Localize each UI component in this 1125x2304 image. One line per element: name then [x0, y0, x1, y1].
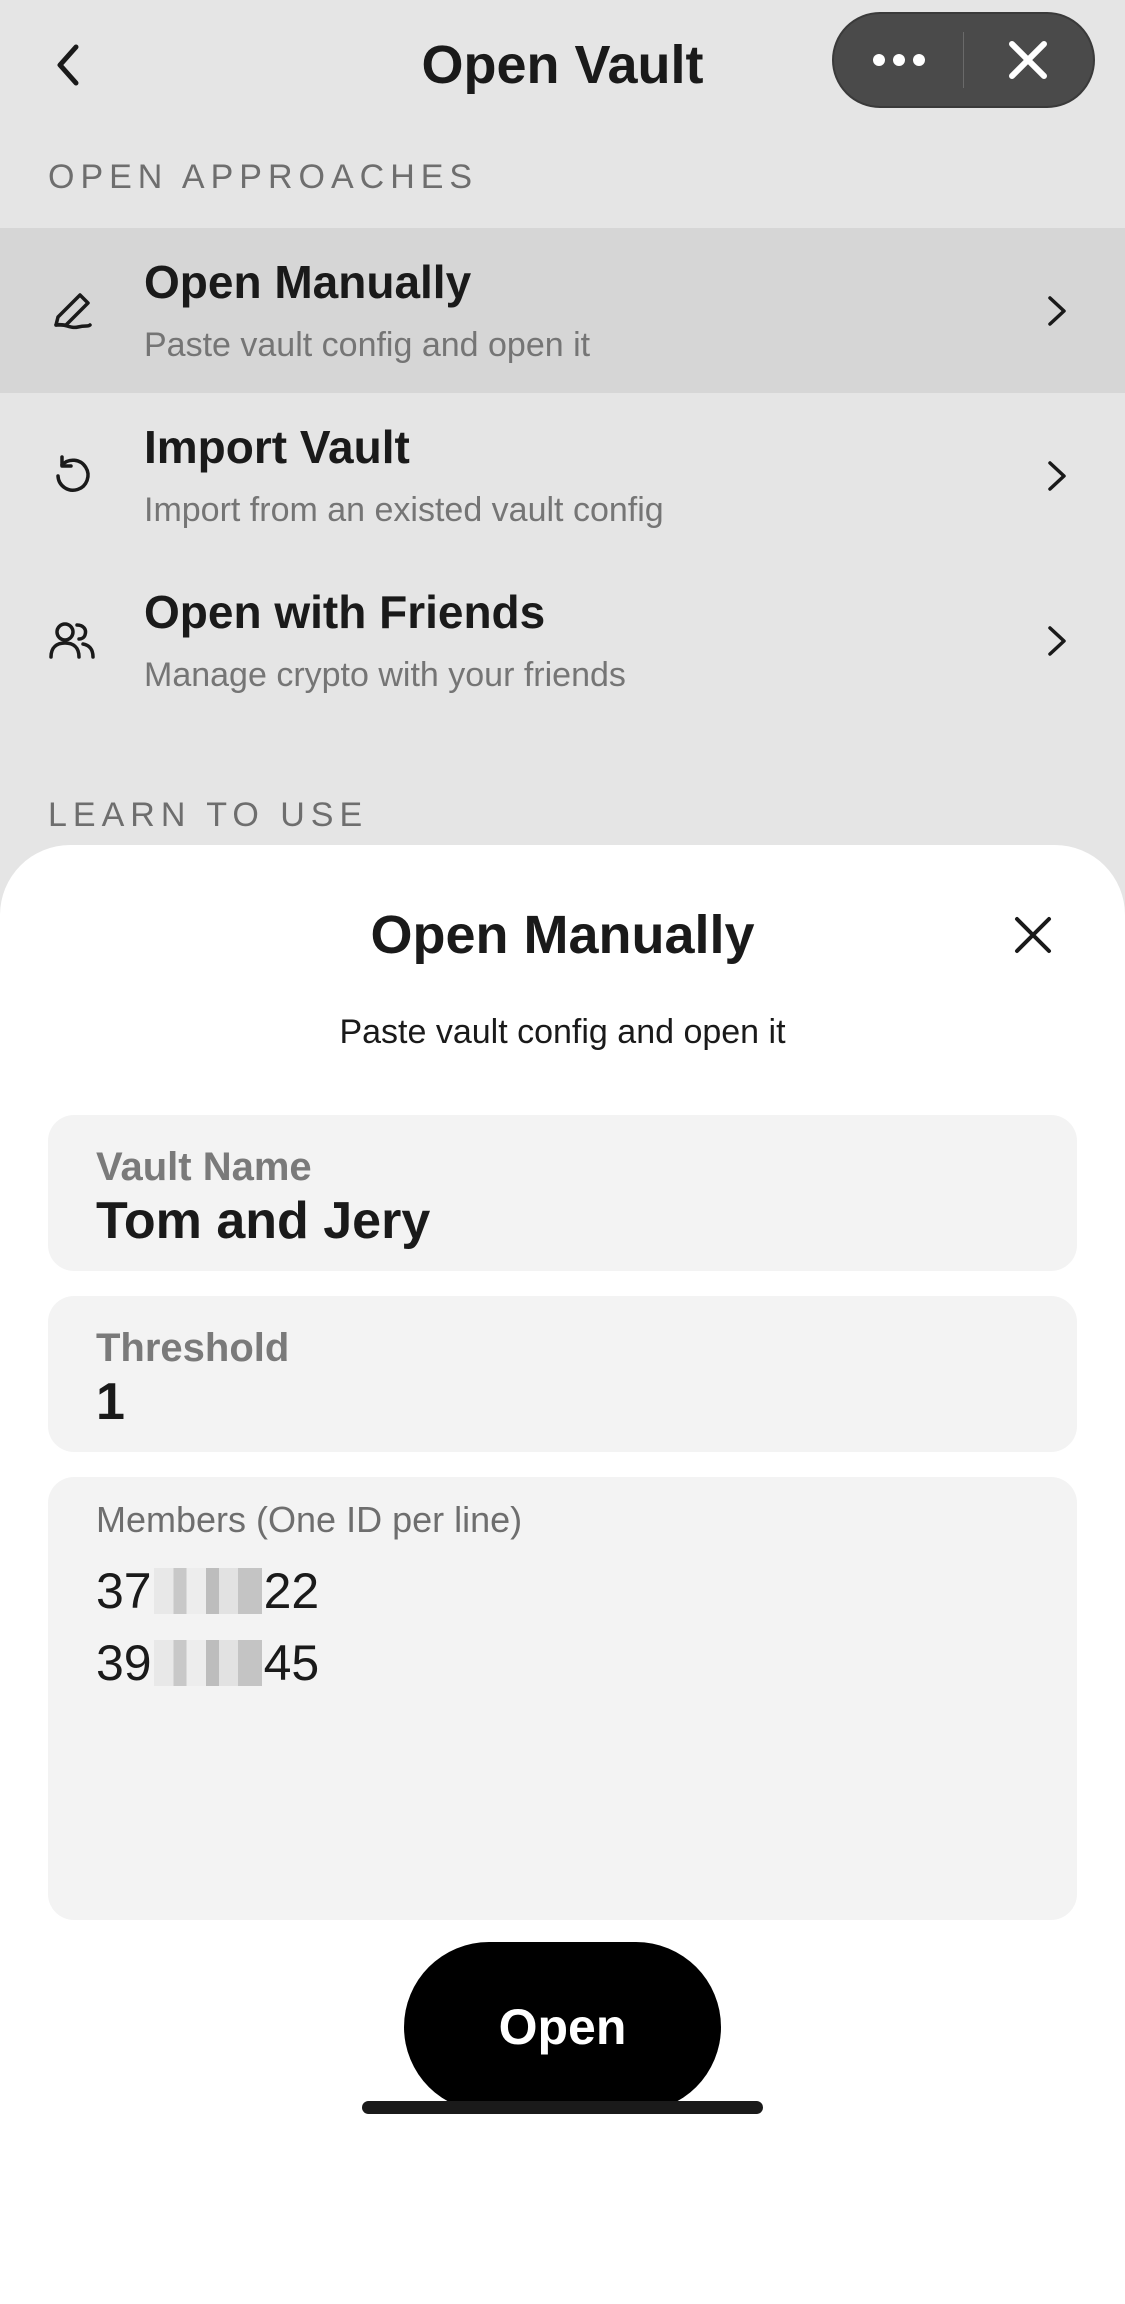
redacted-block — [153, 1568, 262, 1614]
members-list: 37 22 39 45 — [96, 1555, 319, 1699]
menu-item-open-with-friends[interactable]: Open with Friends Manage crypto with you… — [0, 558, 1125, 723]
member-id-line: 39 45 — [96, 1627, 319, 1699]
threshold-field[interactable]: Threshold 1 — [48, 1296, 1077, 1452]
section-label-learn: LEARN TO USE — [48, 796, 369, 834]
open-button[interactable]: Open — [404, 1942, 721, 2112]
users-icon — [42, 611, 102, 671]
sheet-close-button[interactable] — [1005, 907, 1061, 963]
member-id-prefix: 37 — [96, 1563, 152, 1619]
members-textarea[interactable]: Members (One ID per line) 37 22 39 45 — [48, 1477, 1077, 1920]
member-id-suffix: 22 — [263, 1563, 320, 1619]
bottom-sheet: Open Manually Paste vault config and ope… — [0, 845, 1125, 2304]
section-label-approaches: OPEN APPROACHES — [48, 158, 479, 196]
vault-name-value[interactable]: Tom and Jery — [96, 1191, 430, 1251]
more-dots-icon — [872, 54, 925, 66]
history-icon — [42, 446, 102, 506]
redacted-block — [153, 1640, 262, 1686]
close-icon — [1015, 917, 1051, 953]
chevron-right-icon — [1037, 456, 1077, 496]
menu-item-subtitle: Manage crypto with your friends — [144, 656, 626, 694]
pen-icon — [42, 281, 102, 341]
threshold-value[interactable]: 1 — [96, 1372, 125, 1432]
nav-bar: Open Vault — [0, 0, 1125, 130]
threshold-label: Threshold — [96, 1326, 290, 1370]
home-indicator — [362, 2101, 763, 2114]
members-label: Members (One ID per line) — [96, 1499, 523, 1540]
capsule-close-button[interactable] — [964, 14, 1093, 106]
close-icon — [1009, 41, 1048, 79]
sheet-title: Open Manually — [370, 905, 755, 965]
chevron-right-icon — [1037, 621, 1077, 661]
mini-program-capsule — [832, 12, 1095, 108]
sheet-subtitle: Paste vault config and open it — [339, 1013, 786, 1051]
vault-name-field[interactable]: Vault Name Tom and Jery — [48, 1115, 1077, 1271]
menu-item-open-manually[interactable]: Open Manually Paste vault config and ope… — [0, 228, 1125, 393]
chevron-right-icon — [1037, 291, 1077, 331]
menu-item-import-vault[interactable]: Import Vault Import from an existed vaul… — [0, 393, 1125, 558]
member-id-suffix: 45 — [263, 1635, 320, 1691]
menu-item-title: Import Vault — [144, 421, 410, 473]
vault-name-label: Vault Name — [96, 1145, 312, 1189]
member-id-prefix: 39 — [96, 1635, 152, 1691]
more-button[interactable] — [834, 14, 963, 106]
member-id-line: 37 22 — [96, 1555, 319, 1627]
menu-item-subtitle: Import from an existed vault config — [144, 491, 664, 529]
menu-item-subtitle: Paste vault config and open it — [144, 326, 591, 364]
menu-item-title: Open with Friends — [144, 586, 546, 638]
menu-item-title: Open Manually — [144, 256, 472, 308]
